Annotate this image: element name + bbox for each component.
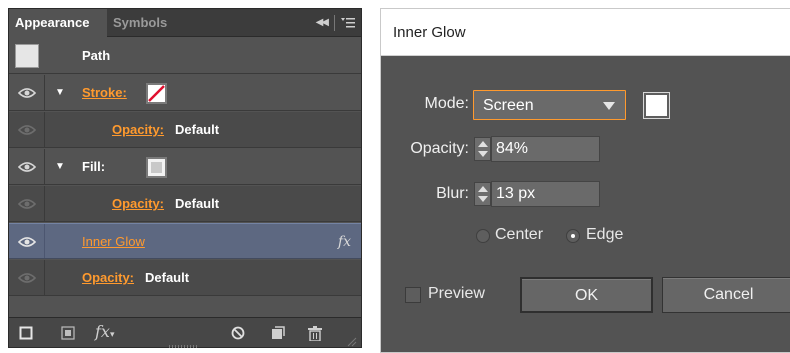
blur-stepper[interactable]	[474, 182, 491, 206]
center-radio[interactable]	[476, 229, 490, 243]
visibility-cell[interactable]	[9, 260, 45, 295]
fill-row[interactable]: ▼ Fill:	[9, 149, 361, 185]
blur-input[interactable]: 13 px	[491, 181, 600, 207]
add-new-fill-icon[interactable]	[61, 326, 75, 345]
mode-select[interactable]: Screen	[473, 90, 626, 120]
edge-radio-label[interactable]: Edge	[586, 226, 623, 244]
stroke-opacity-value: Default	[175, 122, 220, 137]
delete-item-icon[interactable]	[308, 326, 322, 346]
stroke-opacity-link[interactable]: Opacity:	[112, 112, 164, 148]
disclosure-triangle-icon[interactable]: ▼	[55, 149, 65, 185]
object-opacity-row[interactable]: Opacity: Default	[9, 260, 361, 296]
opacity-label: Opacity:	[410, 140, 469, 157]
eye-icon[interactable]	[18, 87, 36, 99]
preview-checkbox[interactable]	[405, 287, 421, 303]
dialog-title-bar[interactable]: Inner Glow	[381, 9, 790, 56]
collapse-panel-icon[interactable]: ◀◀	[316, 17, 329, 28]
mode-value: Screen	[483, 97, 534, 114]
duplicate-item-icon[interactable]	[271, 326, 285, 345]
visibility-cell[interactable]	[9, 112, 45, 147]
disclosure-triangle-icon[interactable]: ▼	[55, 75, 65, 111]
opacity-input[interactable]: 84%	[491, 136, 600, 162]
path-label: Path	[82, 48, 111, 63]
stroke-swatch[interactable]	[146, 83, 167, 104]
preview-label[interactable]: Preview	[428, 285, 485, 303]
eye-icon[interactable]	[18, 236, 36, 248]
object-opacity-value: Default	[145, 270, 190, 285]
fill-opacity-value: Default	[175, 196, 220, 211]
fx-icon: fx	[337, 234, 351, 250]
fx-menu-icon[interactable]: fx▾	[95, 322, 114, 341]
fill-swatch[interactable]	[146, 157, 167, 178]
dialog-title: Inner Glow	[393, 24, 466, 41]
mode-label: Mode:	[424, 95, 469, 112]
eye-icon[interactable]	[18, 124, 36, 136]
fill-opacity-link[interactable]: Opacity:	[112, 186, 164, 222]
fill-label[interactable]: Fill:	[82, 149, 105, 185]
inner-glow-link[interactable]: Inner Glow	[82, 224, 145, 260]
panel-menu-icon[interactable]	[341, 16, 355, 34]
blur-label: Blur:	[436, 185, 469, 202]
eye-icon[interactable]	[18, 198, 36, 210]
clear-appearance-icon[interactable]	[231, 326, 245, 345]
chevron-down-icon	[603, 102, 615, 110]
glow-color-swatch[interactable]	[643, 92, 670, 119]
visibility-cell[interactable]	[9, 224, 45, 258]
add-new-stroke-icon[interactable]	[19, 326, 33, 345]
stepper-down-icon[interactable]	[478, 196, 488, 202]
eye-icon[interactable]	[18, 161, 36, 173]
fill-opacity-row[interactable]: Opacity: Default	[9, 186, 361, 222]
stepper-up-icon[interactable]	[478, 186, 488, 192]
panel-resize-grip[interactable]	[169, 345, 199, 348]
stroke-row[interactable]: ▼ Stroke:	[9, 75, 361, 111]
object-opacity-link[interactable]: Opacity:	[82, 260, 134, 296]
edge-radio[interactable]	[566, 229, 580, 243]
tab-appearance[interactable]: Appearance	[9, 9, 107, 37]
stepper-up-icon[interactable]	[478, 141, 488, 147]
center-radio-label[interactable]: Center	[495, 226, 543, 244]
tab-symbols[interactable]: Symbols	[113, 9, 167, 37]
ok-button[interactable]: OK	[520, 277, 653, 313]
panel-tab-bar: Appearance Symbols ◀◀	[9, 9, 361, 37]
stepper-down-icon[interactable]	[478, 151, 488, 157]
stroke-opacity-row[interactable]: Opacity: Default	[9, 112, 361, 148]
tab-divider	[334, 15, 335, 31]
resize-corner-icon[interactable]	[347, 334, 357, 352]
path-row[interactable]: Path	[9, 38, 361, 74]
inner-glow-dialog: Inner Glow Mode: Screen Opacity: 84% Blu…	[380, 8, 790, 353]
inner-glow-row[interactable]: Inner Glow fx	[9, 223, 361, 259]
visibility-cell[interactable]	[9, 75, 45, 110]
panel-bottom-toolbar: fx▾	[9, 317, 361, 348]
opacity-stepper[interactable]	[474, 137, 491, 161]
cancel-button[interactable]: Cancel	[662, 277, 790, 313]
path-thumbnail	[15, 44, 39, 68]
visibility-cell[interactable]	[9, 186, 45, 221]
visibility-cell[interactable]	[9, 149, 45, 184]
appearance-panel: Appearance Symbols ◀◀ Path ▼ Stroke: Opa…	[8, 8, 362, 348]
eye-icon[interactable]	[18, 272, 36, 284]
stroke-link[interactable]: Stroke:	[82, 75, 127, 111]
